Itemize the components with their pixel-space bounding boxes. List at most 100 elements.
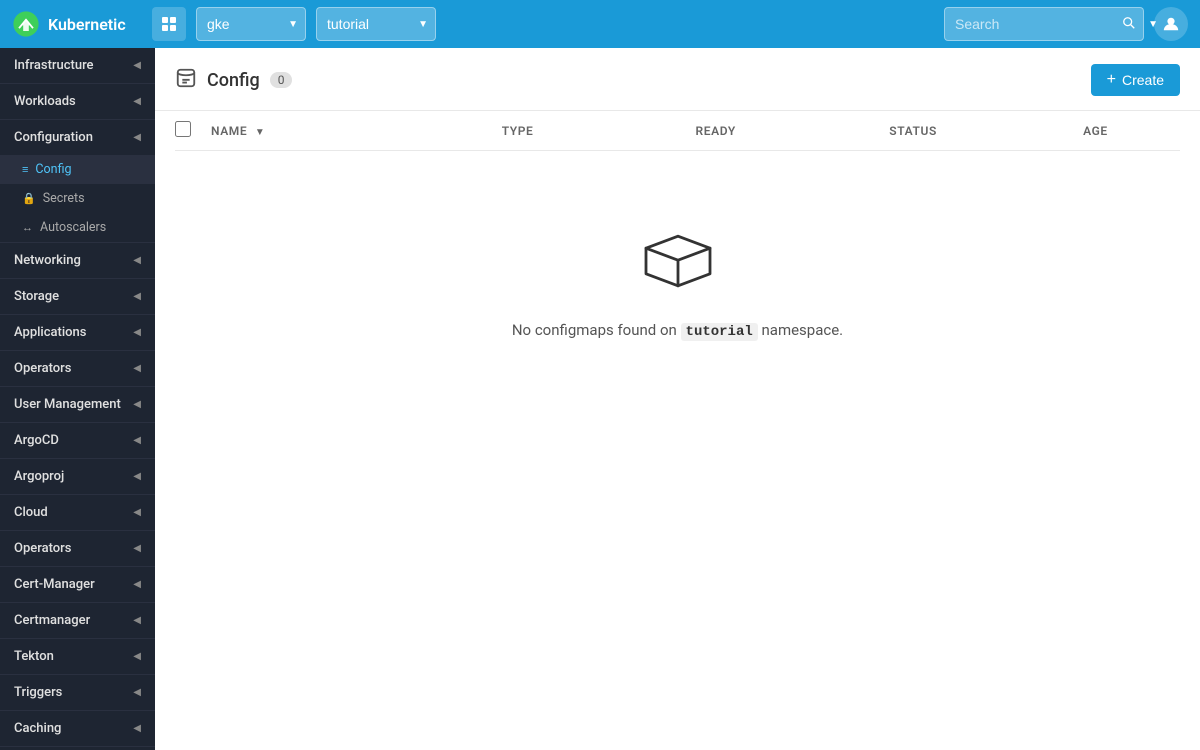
sidebar-section-header-networking[interactable]: Networking ◀ (0, 243, 155, 278)
sidebar-section-label: Configuration (14, 130, 93, 145)
sidebar-section-arrow: ◀ (133, 471, 141, 482)
sidebar-section-header-cert-manager[interactable]: Cert-Manager ◀ (0, 567, 155, 602)
empty-message: No configmaps found on tutorial namespac… (512, 321, 843, 340)
sidebar-section-label: Caching (14, 721, 61, 736)
create-plus-icon: + (1107, 71, 1116, 89)
empty-icon (642, 231, 714, 301)
sidebar-section-label: Cert-Manager (14, 577, 95, 592)
sidebar-section-tekton: Tekton ◀ (0, 639, 155, 675)
table-header: NAME ▼ TYPE READY STATUS AGE (175, 111, 1180, 151)
sidebar-section-label: Cloud (14, 505, 48, 520)
search-button[interactable] (1118, 12, 1140, 37)
grid-icon-button[interactable] (152, 7, 186, 41)
sidebar-section-label: Applications (14, 325, 87, 340)
sidebar-section-header-applications[interactable]: Applications◀ (0, 315, 155, 350)
sidebar-section-header-configuration[interactable]: Configuration ◀ (0, 120, 155, 155)
sidebar-section-arrow: ◀ (133, 363, 141, 374)
sidebar-section-header-storage[interactable]: Storage◀ (0, 279, 155, 314)
sidebar-section-arrow: ◀ (133, 651, 141, 662)
sidebar-section-label: Networking (14, 253, 81, 268)
select-all-checkbox[interactable] (175, 121, 191, 137)
sidebar-section-label: Certmanager (14, 613, 90, 628)
sidebar-section-header-operators[interactable]: Operators ◀ (0, 351, 155, 386)
brand: Kubernetic (12, 10, 142, 38)
sidebar-item-icon-secrets: 🔒 (22, 192, 36, 205)
sidebar-section-header-cloud[interactable]: Cloud◀ (0, 495, 155, 530)
sidebar-item-label-secrets: Secrets (43, 191, 85, 206)
sidebar-section-cloud: Cloud◀ (0, 495, 155, 531)
page-title: Config (207, 70, 260, 91)
sidebar-section-header-user-management[interactable]: User Management◀ (0, 387, 155, 422)
sidebar-section-arrow: ◀ (133, 60, 141, 71)
sidebar-section-certmanager: Certmanager◀ (0, 603, 155, 639)
brand-name: Kubernetic (48, 15, 126, 34)
sidebar-section-configuration: Configuration ◀ ≡Config 🔒 Secrets ↔ Autoscaler… (0, 120, 155, 243)
sidebar-section-header-caching[interactable]: Caching ◀ (0, 711, 155, 746)
sidebar-item-label-autoscalers: Autoscalers (40, 220, 106, 235)
header-age: AGE (1083, 124, 1180, 138)
header-type: TYPE (502, 124, 696, 138)
sidebar-section-label: Workloads (14, 94, 76, 109)
main-content: Config 0 + Create NAME ▼ TYPE (155, 48, 1200, 750)
sidebar-section-applications: Applications◀ (0, 315, 155, 351)
sidebar-section-argocd: ArgoCD ◀ (0, 423, 155, 459)
sidebar-section-label: ArgoCD (14, 433, 59, 448)
sidebar-section-arrow: ◀ (133, 399, 141, 410)
cluster-select[interactable]: gke minikube production (196, 7, 306, 41)
sidebar-section-workloads: Workloads◀ (0, 84, 155, 120)
sidebar-section-arrow: ◀ (133, 435, 141, 446)
empty-state: No configmaps found on tutorial namespac… (175, 151, 1180, 420)
search-input[interactable] (944, 7, 1144, 41)
topnav: Kubernetic gke minikube production ▼ tut… (0, 0, 1200, 48)
page-title-row: Config 0 (175, 67, 292, 108)
namespace-select[interactable]: tutorial default kube-system (316, 7, 436, 41)
create-label: Create (1122, 72, 1164, 88)
sidebar-item-autoscalers[interactable]: ↔ Autoscalers (0, 213, 155, 242)
sidebar-item-icon-config: ≡ (22, 163, 28, 176)
create-button[interactable]: + Create (1091, 64, 1180, 96)
sidebar-section-cert-manager: Cert-Manager ◀ (0, 567, 155, 603)
sidebar-section-header-operators2[interactable]: Operators ◀ (0, 531, 155, 566)
sidebar-section-header-infrastructure[interactable]: Infrastructure ◀ (0, 48, 155, 83)
sidebar-section-infrastructure: Infrastructure ◀ (0, 48, 155, 84)
brand-logo (12, 10, 40, 38)
sidebar-section-label: Operators (14, 541, 71, 556)
sidebar-section-user-management: User Management◀ (0, 387, 155, 423)
table-area: NAME ▼ TYPE READY STATUS AGE (155, 111, 1200, 750)
sidebar-section-arrow: ◀ (133, 543, 141, 554)
sidebar-section-arrow: ◀ (133, 255, 141, 266)
sidebar-section-header-triggers[interactable]: Triggers◀ (0, 675, 155, 710)
sidebar-section-storage: Storage◀ (0, 279, 155, 315)
sidebar-section-label: Tekton (14, 649, 54, 664)
search-wrap: ▼ (944, 7, 1144, 41)
search-icon (1122, 16, 1136, 30)
page-title-icon (175, 67, 197, 94)
header-name[interactable]: NAME ▼ (211, 124, 502, 138)
sidebar-section-arrow: ◀ (133, 723, 141, 734)
sidebar-section-triggers: Triggers◀ (0, 675, 155, 711)
cluster-select-wrap: gke minikube production ▼ (196, 7, 306, 41)
sidebar-section-operators: Operators ◀ (0, 351, 155, 387)
configmap-icon (175, 67, 197, 89)
sidebar-section-arrow: ◀ (133, 579, 141, 590)
sidebar-section-header-argocd[interactable]: ArgoCD ◀ (0, 423, 155, 458)
sidebar-section-label: Infrastructure (14, 58, 94, 73)
sidebar-item-icon-autoscalers: ↔ (22, 221, 33, 234)
sidebar-item-secrets[interactable]: 🔒 Secrets (0, 184, 155, 213)
header-status: STATUS (889, 124, 1083, 138)
sidebar-section-arrow: ◀ (133, 132, 141, 143)
sidebar-section-arrow: ◀ (133, 291, 141, 302)
empty-configmap-icon (642, 231, 714, 291)
page-header: Config 0 + Create (155, 48, 1200, 111)
sidebar-section-header-certmanager[interactable]: Certmanager◀ (0, 603, 155, 638)
header-check (175, 121, 211, 140)
name-sort-icon: ▼ (255, 127, 266, 138)
sidebar-section-header-tekton[interactable]: Tekton ◀ (0, 639, 155, 674)
sidebar-section-header-argoproj[interactable]: Argoproj◀ (0, 459, 155, 494)
user-icon (1162, 15, 1180, 33)
sidebar-section-header-workloads[interactable]: Workloads◀ (0, 84, 155, 119)
grid-icon (161, 16, 177, 32)
sidebar-section-label: Operators (14, 361, 71, 376)
sidebar-item-config[interactable]: ≡Config (0, 155, 155, 184)
search-dropdown-button[interactable]: ▼ (1144, 15, 1162, 34)
